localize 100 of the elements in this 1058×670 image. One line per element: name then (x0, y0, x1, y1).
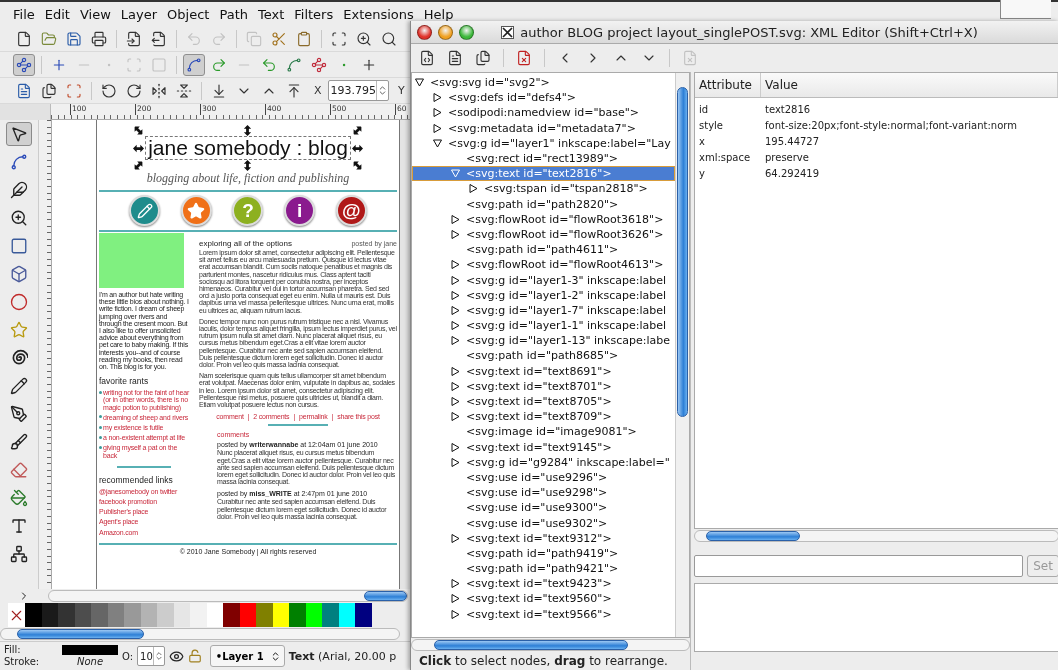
palette-scrollbar[interactable] (0, 628, 400, 640)
close-button[interactable] (417, 24, 432, 40)
tree-node[interactable]: <svg:flowRoot id="flowRoot4613"> (412, 257, 675, 273)
color-swatch[interactable] (25, 603, 42, 627)
expand-triangle-icon[interactable] (451, 457, 460, 467)
color-swatch[interactable] (91, 603, 108, 627)
resize-arrow-icon[interactable] (133, 142, 145, 154)
color-swatch[interactable] (124, 603, 141, 627)
scroll-thumb[interactable] (16, 629, 145, 639)
tree-node[interactable]: <svg:g id="layer1-1" inkscape:label (412, 318, 675, 334)
expand-triangle-icon[interactable] (451, 305, 460, 315)
scroll-thumb[interactable] (364, 591, 407, 601)
tree-node[interactable]: <svg:text id="text9423"> (412, 576, 675, 592)
expand-triangle-icon[interactable] (451, 366, 460, 376)
spinner-arrows-icon[interactable] (153, 651, 164, 661)
tree-node[interactable]: <svg:g id="g9284" inkscape:label=" (412, 454, 675, 470)
no-paint-swatch[interactable] (8, 603, 25, 627)
tree-node[interactable]: <svg:metadata id="metadata7"> (412, 120, 675, 136)
menu-item[interactable]: Text (252, 7, 290, 21)
expand-triangle-icon[interactable] (451, 442, 460, 452)
maximize-button[interactable] (459, 24, 474, 40)
expand-triangle-icon[interactable] (451, 229, 460, 239)
collapse-triangle-icon[interactable] (415, 78, 424, 88)
tree-node[interactable]: <svg:defs id="defs4"> (412, 90, 675, 106)
tree-node[interactable]: <svg:svg id="svg2"> (412, 75, 675, 91)
expand-triangle-icon[interactable] (451, 275, 460, 285)
menu-item[interactable]: View (74, 7, 116, 21)
tree-node[interactable]: <svg:text id="text8709"> (412, 409, 675, 425)
expand-triangle-icon[interactable] (451, 594, 460, 604)
attribute-value-field[interactable] (694, 583, 1058, 652)
eye-icon[interactable] (168, 648, 184, 664)
color-swatch[interactable] (355, 603, 372, 627)
color-swatch[interactable] (223, 603, 240, 627)
tree-node[interactable]: <svg:g id="layer1-2" inkscape:label (412, 287, 675, 303)
tree-node[interactable]: <svg:text id="text2816"> (412, 166, 675, 182)
scroll-thumb[interactable] (434, 640, 629, 650)
tree-node[interactable]: <svg:text id="text9566"> (412, 606, 675, 622)
tree-node[interactable]: <svg:use id="use9296"> (412, 469, 675, 486)
menu-item[interactable]: Object (162, 7, 215, 21)
horizontal-scrollbar[interactable] (694, 530, 1058, 542)
tree-node[interactable]: <svg:rect id="rect13989"> (412, 150, 675, 167)
cusp-node-icon[interactable] (183, 53, 205, 76)
color-swatch[interactable] (157, 603, 174, 627)
horizontal-scrollbar[interactable] (48, 590, 408, 602)
attribute-name-field[interactable] (694, 555, 1023, 577)
tree-node[interactable]: <svg:use id="use9300"> (412, 500, 675, 516)
tree-node[interactable]: <svg:path id="path9419"> (412, 545, 675, 561)
menu-item[interactable]: Layer (115, 7, 163, 21)
vertical-scrollbar[interactable] (400, 120, 410, 589)
tree-node[interactable]: <svg:text id="text8705"> (412, 393, 675, 410)
tree-node[interactable]: <svg:g id="layer1-3" inkscape:label (412, 272, 675, 288)
expand-triangle-icon[interactable] (451, 336, 460, 346)
column-header[interactable]: Attribute (695, 73, 761, 97)
opacity-field[interactable]: 10 (137, 646, 165, 666)
expand-triangle-icon[interactable] (451, 214, 460, 224)
tree-node[interactable]: <svg:text id="text9560"> (412, 591, 675, 607)
expand-triangle-icon[interactable] (433, 108, 442, 118)
tree-node[interactable]: <svg:use id="use9302"> (412, 515, 675, 531)
resize-arrow-icon[interactable] (351, 142, 363, 154)
expand-triangle-icon[interactable] (451, 412, 460, 422)
tree-node[interactable]: <svg:text id="text8691"> (412, 363, 675, 379)
color-swatch[interactable] (190, 603, 207, 627)
node-edit-icon[interactable] (13, 53, 35, 76)
fill-swatch[interactable] (62, 645, 118, 655)
color-swatch[interactable] (289, 603, 306, 627)
expand-triangle-icon[interactable] (451, 579, 460, 589)
tree-node[interactable]: <svg:g id="layer1-13" inkscape:labe (412, 333, 675, 349)
tree-node[interactable]: <svg:text id="text8701"> (412, 378, 675, 394)
tree-node[interactable]: <svg:flowRoot id="flowRoot3626"> (412, 226, 675, 243)
menu-item[interactable]: Filters (289, 7, 339, 21)
expand-triangle-icon[interactable] (433, 123, 442, 133)
expand-triangle-icon[interactable] (433, 93, 442, 103)
expand-triangle-icon[interactable] (451, 397, 460, 407)
pointer-icon[interactable] (6, 122, 32, 146)
expand-triangle-icon[interactable] (451, 381, 460, 391)
expand-triangle-icon[interactable] (451, 321, 460, 331)
expand-triangle-icon[interactable] (469, 184, 478, 194)
tree-node[interactable]: <svg:g id="layer1-7" inkscape:label (412, 302, 675, 318)
menu-item[interactable]: File (8, 7, 40, 21)
minimize-button[interactable] (438, 24, 453, 40)
color-swatch[interactable] (322, 603, 339, 627)
tree-node[interactable]: <svg:path id="path2820"> (412, 196, 675, 212)
menu-item[interactable]: Extensions (338, 7, 419, 21)
x-coordinate-field[interactable]: 193.795 (327, 80, 390, 101)
horizontal-scrollbar[interactable] (411, 639, 690, 651)
tree-node[interactable]: <svg:tspan id="tspan2818"> (412, 181, 675, 197)
resize-arrow-icon[interactable] (242, 160, 254, 171)
tree-node[interactable]: <svg:text id="text9145"> (412, 439, 675, 455)
collapse-triangle-icon[interactable] (433, 138, 442, 148)
tree-node[interactable]: <svg:path id="path4611"> (412, 242, 675, 258)
expand-triangle-icon[interactable] (451, 609, 460, 619)
tree-node[interactable]: <svg:g id="layer1" inkscape:label="Lay (412, 135, 675, 151)
menu-item[interactable]: Help (418, 7, 459, 21)
expand-triangle-icon[interactable] (451, 260, 460, 270)
menu-item[interactable]: Path (214, 7, 253, 21)
vertical-scrollbar[interactable] (675, 73, 689, 637)
resize-arrow-icon[interactable] (242, 125, 254, 136)
tree-node[interactable]: <svg:flowRoot id="flowRoot3618"> (412, 211, 675, 227)
color-swatch[interactable] (256, 603, 273, 627)
scroll-thumb[interactable] (705, 531, 801, 541)
